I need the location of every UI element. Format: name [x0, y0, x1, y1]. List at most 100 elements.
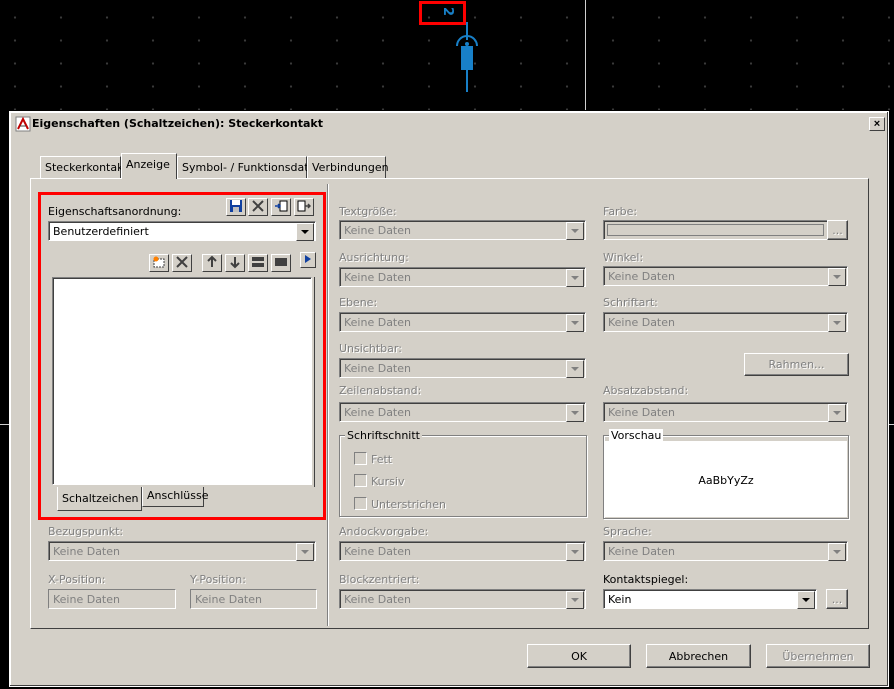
chevron-down-icon[interactable]: [296, 543, 314, 561]
block-centered-value: Keine Daten: [344, 593, 411, 606]
move-down-icon[interactable]: [225, 254, 245, 272]
alignment-select[interactable]: Keine Daten: [339, 267, 586, 287]
preview-title: Vorschau: [609, 429, 664, 442]
symbol-label[interactable]: 2: [440, 7, 455, 16]
x-position-value: Keine Daten: [53, 593, 120, 606]
angle-label: Winkel:: [603, 251, 644, 264]
chevron-down-icon[interactable]: [296, 223, 314, 241]
dialog-title: Eigenschaften (Schaltzeichen): Steckerko…: [32, 117, 323, 130]
font-style-title: Schriftschnitt: [345, 429, 422, 442]
y-position-value: Keine Daten: [195, 593, 262, 606]
layer-label: Ebene:: [339, 296, 378, 309]
move-up-icon[interactable]: [202, 254, 222, 272]
crosshair-vertical: [585, 0, 586, 110]
underline-checkbox[interactable]: [354, 497, 367, 510]
tab-symbol-funktionsdaten[interactable]: Symbol- / Funktionsdaten: [177, 156, 322, 178]
delete-icon[interactable]: [248, 198, 268, 216]
preview-sample-text: AaBbYyZz: [698, 474, 754, 487]
y-position-input[interactable]: Keine Daten: [190, 589, 317, 609]
layer-value: Keine Daten: [344, 316, 411, 329]
alignment-label: Ausrichtung:: [339, 251, 409, 264]
reference-point-label: Bezugspunkt:: [48, 525, 124, 538]
bold-label: Fett: [371, 453, 393, 466]
x-position-input[interactable]: Keine Daten: [48, 589, 176, 609]
tab-anschluesse[interactable]: Anschlüsse: [142, 487, 209, 507]
text-size-label: Textgröße:: [339, 205, 397, 218]
frame-button[interactable]: Rahmen...: [744, 353, 849, 376]
list-divider: [309, 277, 315, 487]
expand-icon[interactable]: [248, 254, 268, 272]
contact-mirror-button[interactable]: ...: [826, 589, 848, 609]
reference-point-value: Keine Daten: [53, 545, 120, 558]
chevron-down-icon[interactable]: [566, 269, 584, 287]
italic-label: Kursiv: [371, 475, 405, 488]
chevron-down-icon[interactable]: [566, 404, 584, 422]
contact-mirror-value: Kein: [608, 593, 632, 606]
property-arrangement-label: Eigenschaftsanordnung:: [48, 205, 182, 218]
line-spacing-select[interactable]: Keine Daten: [339, 402, 586, 422]
tab-steckerkontakt[interactable]: Steckerkontakt: [40, 156, 128, 178]
export-icon[interactable]: [294, 198, 314, 216]
block-centered-label: Blockzentriert:: [339, 573, 420, 586]
font-value: Keine Daten: [608, 316, 675, 329]
property-arrangement-select[interactable]: Benutzerdefiniert: [48, 221, 316, 241]
contact-mirror-select[interactable]: Kein: [603, 589, 817, 609]
color-picker-button[interactable]: ...: [827, 220, 848, 240]
paragraph-spacing-select[interactable]: Keine Daten: [603, 402, 848, 422]
new-entry-icon[interactable]: [149, 254, 169, 272]
tab-anzeige[interactable]: Anzeige: [121, 153, 177, 179]
chevron-down-icon[interactable]: [566, 360, 584, 378]
property-list[interactable]: [52, 277, 312, 485]
chevron-down-icon[interactable]: [566, 591, 584, 609]
chevron-down-icon[interactable]: [828, 543, 846, 561]
paragraph-spacing-value: Keine Daten: [608, 406, 675, 419]
paragraph-spacing-label: Absatzabstand:: [603, 384, 689, 397]
chevron-down-icon[interactable]: [566, 314, 584, 332]
reference-point-select[interactable]: Keine Daten: [48, 541, 316, 561]
invisible-value: Keine Daten: [344, 362, 411, 375]
chevron-down-icon[interactable]: [566, 222, 584, 240]
chevron-down-icon[interactable]: [797, 591, 815, 609]
invisible-select[interactable]: Keine Daten: [339, 358, 586, 378]
color-field[interactable]: [603, 220, 828, 240]
app-icon: [15, 116, 31, 132]
x-position-label: X-Position:: [48, 573, 106, 586]
color-label: Farbe:: [603, 205, 638, 218]
font-select[interactable]: Keine Daten: [603, 312, 848, 332]
language-label: Sprache:: [603, 525, 652, 538]
text-size-select[interactable]: Keine Daten: [339, 220, 586, 240]
property-arrangement-value: Benutzerdefiniert: [53, 225, 149, 238]
block-centered-select[interactable]: Keine Daten: [339, 589, 586, 609]
alignment-value: Keine Daten: [344, 271, 411, 284]
docking-value: Keine Daten: [344, 545, 411, 558]
language-value: Keine Daten: [608, 545, 675, 558]
menu-arrow-icon[interactable]: [300, 252, 316, 268]
chevron-down-icon[interactable]: [566, 543, 584, 561]
close-button[interactable]: ×: [869, 117, 885, 131]
apply-button[interactable]: Übernehmen: [766, 644, 870, 668]
angle-select[interactable]: Keine Daten: [603, 266, 848, 286]
y-position-label: Y-Position:: [190, 573, 246, 586]
bold-checkbox[interactable]: [354, 452, 367, 465]
contact-mirror-label: Kontaktspiegel:: [603, 573, 689, 586]
invisible-label: Unsichtbar:: [339, 342, 402, 355]
tab-verbindungen[interactable]: Verbindungen: [307, 156, 389, 178]
docking-select[interactable]: Keine Daten: [339, 541, 586, 561]
import-icon[interactable]: [271, 198, 291, 216]
plug-contact-symbol[interactable]: [450, 22, 484, 94]
chevron-down-icon[interactable]: [828, 404, 846, 422]
remove-entry-icon[interactable]: [172, 254, 192, 272]
tab-schaltzeichen[interactable]: Schaltzeichen: [57, 487, 142, 511]
save-icon[interactable]: [226, 198, 246, 216]
italic-checkbox[interactable]: [354, 474, 367, 487]
cancel-button[interactable]: Abbrechen: [646, 644, 751, 668]
docking-label: Andockvorgabe:: [339, 525, 429, 538]
chevron-down-icon[interactable]: [828, 314, 846, 332]
line-spacing-value: Keine Daten: [344, 406, 411, 419]
text-size-value: Keine Daten: [344, 224, 411, 237]
collapse-icon[interactable]: [271, 254, 291, 272]
ok-button[interactable]: OK: [527, 644, 631, 668]
layer-select[interactable]: Keine Daten: [339, 312, 586, 332]
chevron-down-icon[interactable]: [828, 268, 846, 286]
language-select[interactable]: Keine Daten: [603, 541, 848, 561]
